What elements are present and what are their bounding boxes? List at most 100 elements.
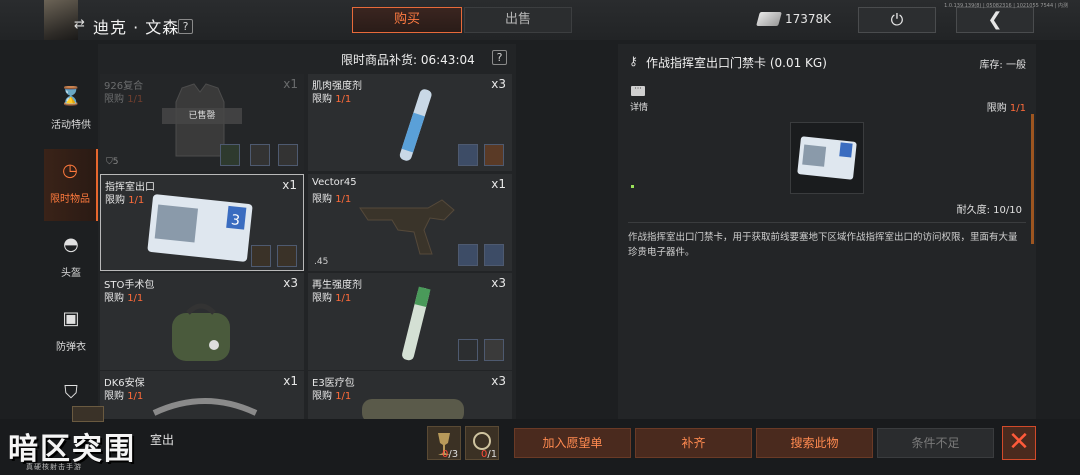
currency-amount: 17378K bbox=[785, 12, 832, 26]
hourglass-icon: ⌛ bbox=[59, 86, 83, 107]
restock-timer: 限时商品补货: 06:43:04 bbox=[341, 53, 475, 67]
item-card[interactable]: E3医疗包 限购 1/1 x3 bbox=[308, 371, 512, 419]
version-text: 1.0.139.139(8) | 05082316 | 1021055 7544… bbox=[944, 3, 1068, 9]
item-card[interactable]: Vector45 限购 1/1 x1 .45 bbox=[308, 174, 512, 271]
shield-icon: ⛉ bbox=[106, 157, 113, 167]
keycard-image: 3 bbox=[147, 194, 253, 262]
item-qty: x3 bbox=[491, 276, 506, 290]
fill-button[interactable]: 补齐 bbox=[635, 428, 752, 458]
item-qty: x1 bbox=[282, 178, 297, 192]
detail-stock: 库存: 一般 bbox=[979, 60, 1026, 71]
item-qty: x3 bbox=[491, 374, 506, 388]
material-icon bbox=[458, 339, 478, 361]
item-name: Vector45 bbox=[312, 177, 357, 188]
material-icon bbox=[484, 244, 504, 266]
key-icon: ⚷ bbox=[629, 54, 638, 68]
item-limit: 限购 1/1 bbox=[312, 94, 352, 105]
requirement-count: 0/3 bbox=[442, 449, 459, 460]
item-limit: 限购 1/1 bbox=[312, 293, 352, 304]
category-helmet[interactable]: ◓ 头盔 bbox=[44, 223, 98, 295]
item-limit: 限购 1/1 bbox=[104, 293, 144, 304]
pack-icon: ⛉ bbox=[64, 382, 78, 403]
durability: 耐久度: 10/10 bbox=[956, 205, 1022, 216]
player-avatar[interactable] bbox=[44, 0, 78, 40]
sold-out-tag: 已售罄 bbox=[162, 108, 242, 124]
item-card[interactable]: 肌肉强度剂 限购 1/1 x3 bbox=[308, 74, 512, 171]
injector-image bbox=[402, 286, 431, 361]
category-label: 活动特供 bbox=[51, 120, 91, 131]
divider bbox=[628, 222, 1026, 223]
item-qty: x3 bbox=[283, 276, 298, 290]
category-limited[interactable]: ◷ 限时物品 bbox=[44, 149, 98, 221]
back-button[interactable]: ❮ bbox=[956, 7, 1034, 33]
logo-subtitle: 真硬核射击手游 bbox=[26, 463, 82, 471]
material-icon bbox=[458, 144, 478, 166]
category-nav: ⌛ 活动特供 ◷ 限时物品 ◓ 头盔 ▣ 防弹衣 ⛉ bbox=[44, 75, 98, 420]
shop-panel: 限时商品补货: 06:43:04 ? 已售罄 926复合 限购 1/1 x1 ⛉… bbox=[98, 44, 516, 419]
chain-icon bbox=[277, 245, 297, 267]
medkit-image bbox=[362, 399, 464, 419]
power-button[interactable]: ⏻ bbox=[858, 7, 936, 33]
cash-icon bbox=[756, 12, 782, 26]
keycard-image bbox=[797, 136, 857, 180]
detail-limit: 限购 1/1 bbox=[986, 103, 1026, 114]
item-card[interactable]: 已售罄 926复合 限购 1/1 x1 ⛉5 bbox=[100, 74, 304, 171]
swap-icon[interactable]: ⇄ bbox=[74, 17, 85, 32]
material-icon bbox=[458, 244, 478, 266]
keycard-thumbnail bbox=[790, 122, 864, 194]
details-label[interactable]: 详情 bbox=[630, 100, 648, 113]
search-item-button[interactable]: 搜索此物 bbox=[756, 428, 873, 458]
more-icon[interactable]: ··· bbox=[631, 85, 645, 96]
material-icon bbox=[220, 144, 240, 166]
category-event[interactable]: ⌛ 活动特供 bbox=[44, 75, 98, 147]
svg-text:3: 3 bbox=[230, 212, 241, 229]
item-card[interactable]: 3 指挥室出口 限购 1/1 x1 bbox=[100, 174, 304, 271]
item-limit: 限购 1/1 bbox=[104, 94, 144, 105]
item-limit: 限购 1/1 bbox=[312, 391, 352, 402]
vest-icon: ▣ bbox=[62, 308, 80, 329]
requirement-count: 0/1 bbox=[481, 449, 498, 460]
close-button[interactable]: ✕ bbox=[1002, 426, 1036, 460]
item-limit: 限购 1/1 bbox=[105, 195, 145, 206]
material-icon bbox=[250, 144, 270, 166]
player-name: 迪克 · 文森 bbox=[93, 18, 180, 37]
item-qty: x1 bbox=[491, 177, 506, 191]
material-icon bbox=[484, 339, 504, 361]
category-label: 限时物品 bbox=[50, 194, 90, 205]
item-limit: 限购 1/1 bbox=[104, 391, 144, 402]
material-icon bbox=[484, 144, 504, 166]
armor-level: ⛉5 bbox=[106, 157, 119, 167]
game-logo: 暗区突围 真硬核射击手游 bbox=[4, 424, 164, 474]
selected-item-thumb bbox=[72, 406, 104, 422]
item-qty: x3 bbox=[491, 77, 506, 91]
tab-sell[interactable]: 出售 bbox=[464, 7, 572, 33]
status-dot bbox=[631, 185, 634, 188]
detail-title: 作战指挥室出口门禁卡 (0.01 KG) bbox=[646, 56, 827, 70]
clock-icon: ◷ bbox=[62, 160, 78, 181]
item-qty: x1 bbox=[283, 77, 298, 91]
armor-image bbox=[152, 398, 258, 416]
item-detail-panel: ⚷ 作战指挥室出口门禁卡 (0.01 KG) 库存: 一般 ··· 详情 限购 … bbox=[618, 44, 1036, 419]
category-label: 防弹衣 bbox=[56, 342, 86, 353]
tab-buy[interactable]: 购买 bbox=[352, 7, 462, 33]
item-limit: 限购 1/1 bbox=[312, 194, 352, 205]
help-icon[interactable]: ? bbox=[178, 19, 193, 34]
item-caliber: .45 bbox=[314, 257, 329, 267]
gun-image bbox=[359, 199, 455, 255]
goblet-icon bbox=[251, 245, 271, 267]
add-wishlist-button[interactable]: 加入愿望单 bbox=[514, 428, 631, 458]
help-icon[interactable]: ? bbox=[492, 50, 507, 65]
injector-image bbox=[399, 89, 432, 161]
item-card[interactable]: 再生强度剂 限购 1/1 x3 bbox=[308, 273, 512, 370]
helmet-icon: ◓ bbox=[63, 234, 79, 255]
surgical-kit-image bbox=[172, 303, 230, 361]
scrollbar[interactable] bbox=[1031, 114, 1034, 244]
item-description: 作战指挥室出口门禁卡，用于获取前线要塞地下区域作战指挥室出口的访问权限，里面有大… bbox=[628, 232, 1018, 258]
category-vest[interactable]: ▣ 防弹衣 bbox=[44, 297, 98, 369]
material-icon bbox=[278, 144, 298, 166]
material-icon bbox=[276, 339, 296, 361]
item-card[interactable]: STO手术包 限购 1/1 x3 bbox=[100, 273, 304, 370]
buy-button-disabled[interactable]: 条件不足 bbox=[877, 428, 994, 458]
item-card[interactable]: DK6安保 限购 1/1 x1 bbox=[100, 371, 304, 419]
item-qty: x1 bbox=[283, 374, 298, 388]
